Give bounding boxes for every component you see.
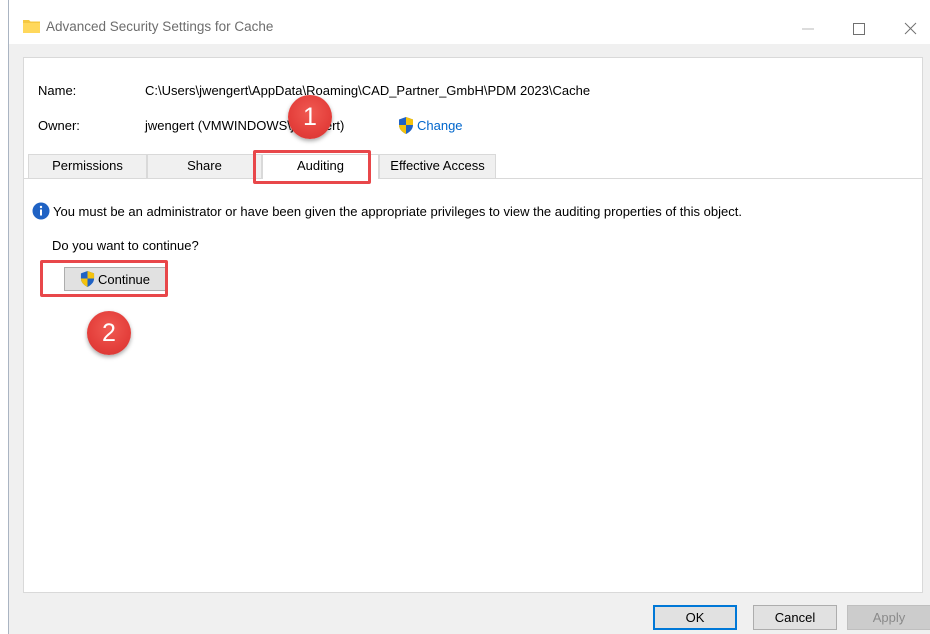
privilege-notice: You must be an administrator or have bee… xyxy=(53,204,742,219)
maximize-icon[interactable] xyxy=(845,14,875,44)
info-icon xyxy=(32,202,50,220)
minimize-icon[interactable] xyxy=(794,14,824,44)
ok-button[interactable]: OK xyxy=(653,605,737,630)
name-label: Name: xyxy=(38,83,77,98)
advanced-security-dialog: Advanced Security Settings for Cache Nam… xyxy=(8,0,930,634)
window-title: Advanced Security Settings for Cache xyxy=(46,19,274,34)
uac-shield-icon xyxy=(399,117,413,134)
tab-strip: Permissions Share Auditing Effective Acc… xyxy=(24,154,922,179)
tab-permissions[interactable]: Permissions xyxy=(28,154,147,178)
step-1-callout: 1 xyxy=(288,95,332,139)
owner-label: Owner: xyxy=(38,118,80,133)
folder-icon xyxy=(23,20,40,33)
content-panel: Name: C:\Users\jwengert\AppData\Roaming\… xyxy=(23,57,923,593)
title-bar: Advanced Security Settings for Cache xyxy=(9,0,930,44)
tab-share[interactable]: Share xyxy=(147,154,262,178)
close-icon[interactable] xyxy=(896,14,926,44)
change-owner-link[interactable]: Change xyxy=(417,118,463,133)
tab-effective-access[interactable]: Effective Access xyxy=(379,154,496,178)
step-2-callout: 2 xyxy=(87,311,131,355)
name-value: C:\Users\jwengert\AppData\Roaming\CAD_Pa… xyxy=(145,83,591,98)
auditing-tab-highlight xyxy=(253,150,371,184)
apply-button[interactable]: Apply xyxy=(847,605,930,630)
continue-question: Do you want to continue? xyxy=(52,238,199,253)
continue-button-highlight xyxy=(40,260,168,297)
cancel-button[interactable]: Cancel xyxy=(753,605,837,630)
